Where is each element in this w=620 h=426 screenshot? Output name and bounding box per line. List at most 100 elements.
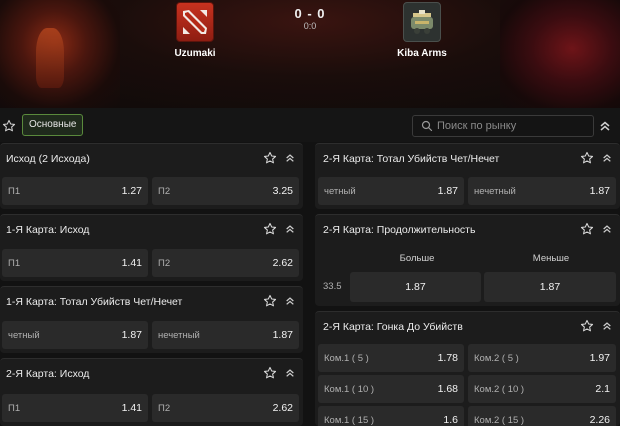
chevron-up-icon[interactable] (285, 296, 295, 306)
search-icon (421, 120, 433, 132)
odd-value: 1.87 (272, 329, 293, 341)
odd-label: Ком.2 ( 10 ) (474, 384, 525, 395)
odd-value: 3.25 (272, 185, 293, 197)
odd-button-over[interactable]: 1.87 (350, 272, 481, 302)
odd-value: 1.6 (443, 414, 458, 426)
match-header: Uzumaki 0 - 0 0:0 Kiba Arms (0, 0, 620, 108)
odd-label: нечетный (474, 186, 516, 197)
odd-value: 2.1 (595, 383, 610, 395)
team-1[interactable]: Uzumaki (155, 0, 235, 59)
odd-label: П1 (8, 403, 21, 414)
odd-button[interactable]: Ком.1 ( 5 ) 1.78 (318, 344, 464, 372)
odd-value: 1.87 (539, 281, 561, 293)
market-header[interactable]: 2-Я Карта: Гонка До Убийств (315, 312, 620, 342)
market-map2-kill-race: 2-Я Карта: Гонка До Убийств Ком.1 ( 5 ) … (315, 311, 620, 426)
market-header[interactable]: 1-Я Карта: Тотал Убийств Чет/Нечет (0, 287, 303, 317)
market-title: 2-Я Карта: Исход (6, 368, 90, 380)
odd-button[interactable]: нечетный 1.87 (468, 177, 616, 205)
odd-button[interactable]: четный 1.87 (2, 321, 148, 349)
star-icon[interactable] (263, 366, 277, 380)
odd-button[interactable]: П2 2.62 (152, 249, 299, 277)
total-line: 33.5 (323, 281, 342, 292)
star-icon[interactable] (263, 222, 277, 236)
star-icon[interactable] (580, 319, 594, 333)
market-header[interactable]: 2-Я Карта: Продолжительность (315, 215, 620, 245)
odd-button[interactable]: П2 2.62 (152, 394, 299, 422)
odd-button[interactable]: Ком.2 ( 10 ) 2.1 (468, 375, 616, 403)
hero-art-left (0, 0, 120, 108)
star-icon[interactable] (580, 151, 594, 165)
chevron-up-icon[interactable] (285, 368, 295, 378)
market-title: 2-Я Карта: Тотал Убийств Чет/Нечет (323, 153, 500, 165)
star-icon[interactable] (580, 222, 594, 236)
odd-value: 2.26 (589, 414, 610, 426)
star-icon[interactable] (263, 151, 277, 165)
odd-label: Ком.1 ( 10 ) (324, 384, 375, 395)
market-search[interactable] (412, 115, 594, 137)
odd-value: 1.78 (437, 352, 458, 364)
odd-button[interactable]: нечетный 1.87 (152, 321, 299, 349)
odd-label: П2 (158, 403, 171, 414)
odd-button[interactable]: Ком.1 ( 10 ) 1.68 (318, 375, 464, 403)
chevron-up-icon[interactable] (285, 224, 295, 234)
column-header-under: Меньше (532, 253, 570, 264)
market-title: 2-Я Карта: Гонка До Убийств (323, 321, 463, 333)
column-header-over: Больше (399, 253, 435, 264)
search-input[interactable] (437, 118, 587, 134)
odd-button[interactable]: П2 3.25 (152, 177, 299, 205)
market-map2-duration: 2-Я Карта: Продолжительность Больше Мень… (315, 214, 620, 306)
market-map2-outcome: 2-Я Карта: Исход П1 1.41 П2 2.62 (0, 358, 303, 426)
dota2-logo (176, 2, 214, 42)
tab-main[interactable]: Основные (22, 114, 84, 136)
odd-label: П1 (8, 258, 21, 269)
odd-label: П1 (8, 186, 21, 197)
market-map1-outcome: 1-Я Карта: Исход П1 1.41 П2 2.62 (0, 214, 303, 281)
odd-label: четный (8, 330, 40, 341)
team-1-name: Uzumaki (174, 48, 216, 59)
kiba-arms-logo (403, 2, 441, 42)
chevron-up-icon[interactable] (285, 153, 295, 163)
odd-button[interactable]: П1 1.27 (2, 177, 148, 205)
odd-label: нечетный (158, 330, 200, 341)
odd-value: 1.87 (121, 329, 142, 341)
chevron-up-icon[interactable] (602, 321, 612, 331)
favorites-star-icon[interactable] (2, 119, 16, 133)
market-title: 1-Я Карта: Исход (6, 224, 90, 236)
odd-button-under[interactable]: 1.87 (484, 272, 616, 302)
odd-label: П2 (158, 186, 171, 197)
market-header[interactable]: 2-Я Карта: Тотал Убийств Чет/Нечет (315, 144, 620, 174)
market-map1-kills-parity: 1-Я Карта: Тотал Убийств Чет/Нечет четны… (0, 286, 303, 353)
odd-value: 1.27 (121, 185, 142, 197)
odd-label: П2 (158, 258, 171, 269)
market-outcome: Исход (2 Исхода) П1 1.27 П2 3.25 (0, 143, 303, 209)
odd-value: 1.87 (437, 185, 458, 197)
market-title: 1-Я Карта: Тотал Убийств Чет/Нечет (6, 296, 183, 308)
market-toolbar: Основные (0, 108, 620, 142)
scoreboard: 0 - 0 0:0 (280, 6, 340, 31)
market-title: Исход (2 Исхода) (6, 153, 90, 165)
odd-button[interactable]: П1 1.41 (2, 394, 148, 422)
odd-button[interactable]: Ком.1 ( 15 ) 1.6 (318, 406, 464, 426)
odd-label: Ком.2 ( 15 ) (474, 415, 525, 426)
chevron-up-icon[interactable] (602, 153, 612, 163)
market-header[interactable]: Исход (2 Исхода) (0, 144, 303, 174)
collapse-all-chevron-up-icon[interactable] (599, 120, 611, 132)
odd-value: 1.87 (405, 281, 426, 293)
star-icon[interactable] (263, 294, 277, 308)
odd-button[interactable]: Ком.2 ( 15 ) 2.26 (468, 406, 616, 426)
odd-value: 1.87 (589, 185, 610, 197)
score: 0 - 0 (294, 6, 326, 21)
odd-button[interactable]: П1 1.41 (2, 249, 148, 277)
odd-value: 2.62 (272, 402, 293, 414)
odd-value: 1.68 (437, 383, 458, 395)
market-title: 2-Я Карта: Продолжительность (323, 224, 476, 236)
team-2[interactable]: Kiba Arms (382, 0, 462, 59)
map-score: 0:0 (303, 21, 317, 31)
market-header[interactable]: 2-Я Карта: Исход (0, 359, 303, 389)
odd-value: 1.41 (121, 402, 142, 414)
market-header[interactable]: 1-Я Карта: Исход (0, 215, 303, 245)
odd-button[interactable]: четный 1.87 (318, 177, 464, 205)
odd-button[interactable]: Ком.2 ( 5 ) 1.97 (468, 344, 616, 372)
odd-label: четный (324, 186, 356, 197)
chevron-up-icon[interactable] (602, 224, 612, 234)
